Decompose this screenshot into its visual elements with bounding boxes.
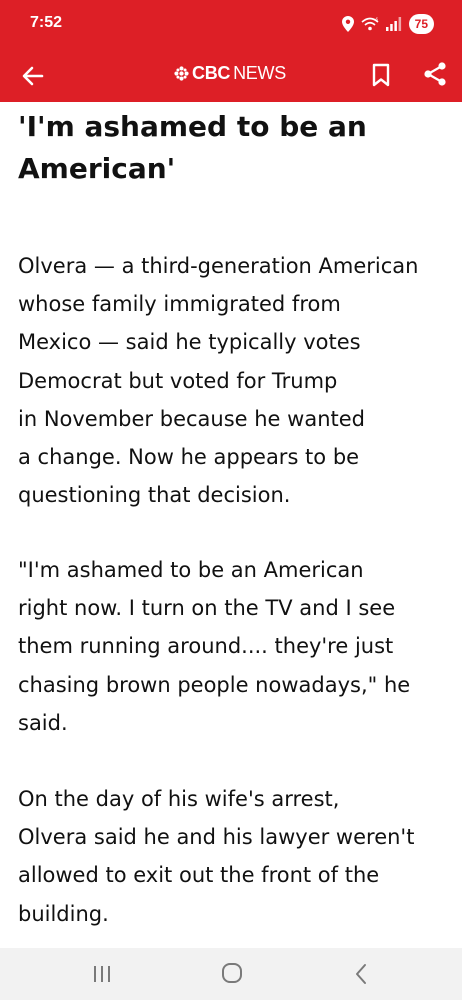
headline-line: 'I'm ashamed to be an xyxy=(18,110,367,143)
paragraph-line: right now. I turn on the TV and I see xyxy=(18,596,396,621)
status-time: 7:52 xyxy=(30,14,63,31)
home-icon[interactable] xyxy=(221,962,243,984)
recent-apps-icon[interactable] xyxy=(92,965,112,983)
battery-icon: 75 xyxy=(408,14,434,34)
paragraph-line: allowed to exit out the front of the xyxy=(18,863,380,888)
headline-line: American' xyxy=(18,152,176,185)
share-icon[interactable] xyxy=(419,58,451,90)
status-icons: 6 75 xyxy=(341,13,434,35)
article-paragraph: "I'm ashamed to be an American right now… xyxy=(18,551,458,742)
paragraph-line: Olvera said he and his lawyer weren't xyxy=(18,825,415,850)
bookmark-icon[interactable] xyxy=(366,59,396,91)
top-app-header: 7:52 6 75 CBC NEWS xyxy=(0,0,462,102)
paragraph-line: "I'm ashamed to be an American xyxy=(18,558,364,582)
paragraph-line: Olvera — a third-generation American xyxy=(18,254,419,278)
paragraph-line: Mexico — said he typically votes xyxy=(18,330,361,355)
paragraph-line: building. xyxy=(18,901,109,926)
system-back-icon[interactable] xyxy=(353,963,369,985)
cbc-gem-icon xyxy=(174,65,189,81)
logo-news-text: NEWS xyxy=(233,62,286,83)
status-bar: 7:52 6 75 xyxy=(0,0,462,50)
wifi-icon: 6 xyxy=(361,17,379,31)
system-navigation-bar xyxy=(0,948,462,1000)
app-bar: CBC NEWS xyxy=(0,50,462,102)
paragraph-line: On the day of his wife's arrest, xyxy=(18,787,340,811)
back-arrow-icon[interactable] xyxy=(18,61,48,91)
paragraph-line: chasing brown people nowadays," he xyxy=(18,672,411,697)
signal-icon xyxy=(385,17,401,31)
paragraph-line: said. xyxy=(18,710,68,735)
article-paragraph: Olvera — a third-generation American who… xyxy=(18,247,458,514)
article-headline: 'I'm ashamed to be an American' xyxy=(18,106,448,190)
paragraph-line: them running around.... they're just xyxy=(18,634,394,659)
paragraph-line: questioning that decision. xyxy=(18,483,291,508)
location-icon xyxy=(341,16,354,32)
article-header: 'I'm ashamed to be an American' xyxy=(18,106,448,190)
paragraph-line: whose family immigrated from xyxy=(18,292,341,317)
logo-cbc-text: CBC xyxy=(192,62,231,83)
paragraph-line: a change. Now he appears to be xyxy=(18,445,360,470)
paragraph-line: Democrat but voted for Trump xyxy=(18,368,338,393)
paragraph-line: in November because he wanted xyxy=(18,406,365,431)
article-paragraph: On the day of his wife's arrest, Olvera … xyxy=(18,780,458,933)
cbc-news-logo: CBC NEWS xyxy=(174,61,286,85)
